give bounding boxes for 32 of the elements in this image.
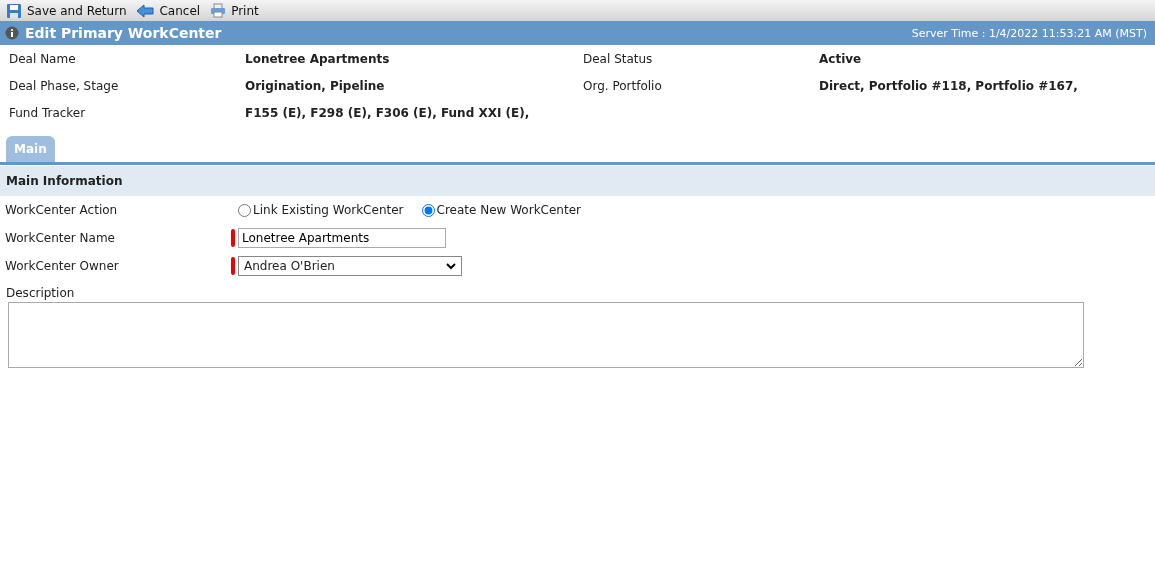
field-label: WorkCenter Name [5, 231, 116, 245]
radio-label: Link Existing WorkCenter [253, 203, 404, 217]
info-label: Deal Phase, Stage [9, 78, 120, 95]
toolbar-button[interactable]: Print [210, 3, 259, 18]
info-label: Deal Name [9, 51, 77, 68]
info-label: Deal Status [583, 51, 654, 68]
chevron-down-icon [446, 262, 456, 270]
page-title: Edit Primary WorkCenter [25, 25, 222, 41]
info-label: Fund Tracker [9, 105, 87, 122]
info-icon [5, 26, 19, 40]
description-field[interactable] [8, 302, 1084, 368]
arrow-left-icon [136, 3, 155, 18]
field-label: WorkCenter Action [5, 203, 119, 217]
section-header: Main Information [0, 166, 1155, 196]
info-value: Origination, Pipeline [245, 78, 386, 95]
toolbar-button[interactable]: Save and Return [6, 2, 127, 19]
radio-button[interactable] [238, 203, 251, 217]
info-value: F155 (E), F298 (E), F306 (E), Fund XXI (E), [245, 105, 531, 122]
server-time: Server Time : 1/4/2022 11:53:21 AM (MST) [911, 26, 1147, 40]
save-icon [6, 2, 22, 19]
info-value: Direct, Portfolio #118, Portfolio #167, [819, 78, 1079, 95]
toolbar-button[interactable]: Cancel [136, 3, 201, 18]
radio-button[interactable] [421, 203, 435, 217]
info-label: Org. Portfolio [583, 78, 663, 95]
field-label: WorkCenter Owner [5, 259, 120, 273]
info-value: Active [819, 51, 863, 68]
radio-label: Create New WorkCenter [436, 203, 581, 217]
printer-icon [210, 3, 227, 18]
field-label: Description [6, 286, 75, 300]
info-value: Lonetree Apartments [245, 51, 391, 68]
text-field[interactable]: Lonetree Apartments [238, 228, 446, 248]
select-field[interactable]: Andrea O'Brien [238, 256, 462, 276]
